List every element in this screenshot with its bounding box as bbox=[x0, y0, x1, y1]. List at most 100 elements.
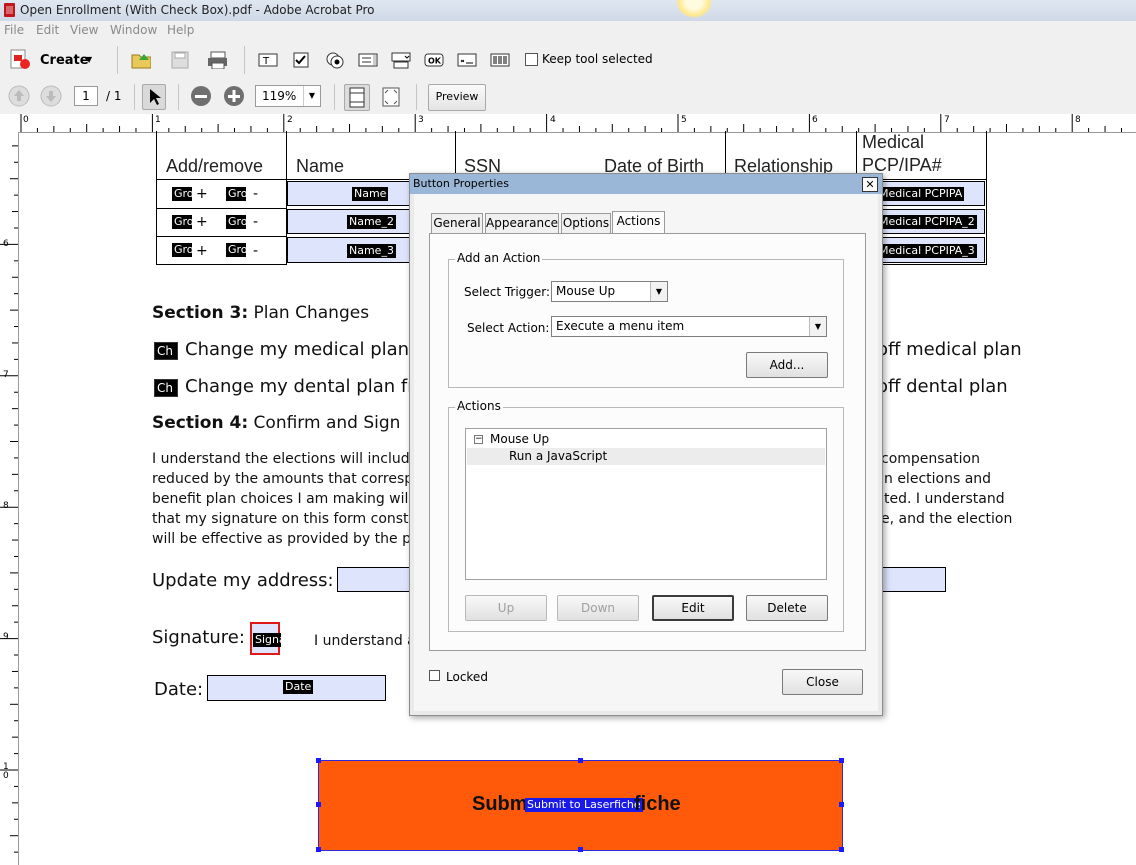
paragraph-line: benefit plan choices I am making will r bbox=[152, 491, 423, 507]
page-number-input[interactable]: 1 bbox=[74, 86, 98, 106]
action-select[interactable]: Execute a menu item ▼ bbox=[551, 316, 827, 337]
add-row-button[interactable]: Gro bbox=[172, 243, 192, 257]
dialog-title-bar[interactable]: Button Properties ✕ bbox=[410, 174, 882, 194]
address-field[interactable] bbox=[337, 567, 409, 592]
resize-handle[interactable] bbox=[316, 758, 321, 763]
close-icon[interactable]: ✕ bbox=[862, 177, 878, 192]
remove-row-button[interactable]: Gro bbox=[226, 187, 246, 201]
tab-options[interactable]: Options bbox=[561, 213, 611, 233]
dental-change-checkbox[interactable]: Ch bbox=[154, 379, 178, 397]
tree-item-trigger[interactable]: Mouse Up bbox=[490, 432, 549, 446]
resize-handle[interactable] bbox=[578, 758, 583, 763]
menu-file[interactable]: File bbox=[4, 23, 24, 37]
text-field-tool-icon[interactable]: T bbox=[258, 51, 278, 69]
resize-handle[interactable] bbox=[839, 847, 844, 852]
create-button-icon[interactable] bbox=[8, 49, 32, 71]
field-name-label: Name bbox=[352, 187, 389, 201]
button-tool-icon[interactable]: OK bbox=[424, 51, 444, 69]
section4-heading-rest: Confirm and Sign bbox=[248, 413, 401, 433]
ruler-label: 6 bbox=[812, 115, 818, 125]
field-name-label: Name_3 bbox=[347, 244, 396, 258]
add-row-button[interactable]: Gro bbox=[172, 215, 192, 229]
close-dialog-button[interactable]: Close bbox=[782, 669, 863, 695]
name-field[interactable]: Name bbox=[287, 181, 422, 206]
delete-action-button[interactable]: Delete bbox=[746, 595, 828, 621]
tab-general[interactable]: General bbox=[431, 213, 483, 233]
ruler-label: 5 bbox=[681, 115, 687, 125]
signature-field[interactable]: Signa bbox=[250, 622, 281, 655]
ruler-label: 3 bbox=[418, 115, 424, 125]
trigger-value: Mouse Up bbox=[556, 284, 616, 298]
dropdown-tool-icon[interactable] bbox=[391, 51, 411, 69]
save-icon[interactable] bbox=[170, 51, 190, 69]
submit-button-field[interactable]: Subm Submit to Laserfiche fiche bbox=[316, 758, 844, 852]
trigger-select[interactable]: Mouse Up ▼ bbox=[551, 281, 668, 302]
add-action-group-label: Add an Action bbox=[455, 251, 543, 265]
zoom-in-icon[interactable] bbox=[223, 85, 245, 107]
move-down-button[interactable]: Down bbox=[557, 595, 639, 621]
date-field[interactable]: Date bbox=[207, 675, 386, 701]
ruler-label: 0 bbox=[23, 115, 29, 125]
tree-item-selected-row[interactable]: Run a JavaScript bbox=[467, 448, 825, 465]
resize-handle[interactable] bbox=[839, 802, 844, 807]
chevron-down-icon: ▼ bbox=[650, 282, 667, 301]
paragraph-line-right: e, and the election bbox=[881, 511, 1013, 527]
move-up-button[interactable]: Up bbox=[465, 595, 547, 621]
paragraph-line-right: n elections and bbox=[884, 471, 992, 487]
address-label: Update my address: bbox=[152, 570, 334, 591]
zoom-out-icon[interactable] bbox=[190, 85, 212, 107]
select-tool-button[interactable] bbox=[142, 84, 166, 110]
ruler-label: 7 bbox=[3, 370, 9, 380]
radio-button-tool-icon[interactable] bbox=[325, 51, 345, 69]
fit-page-icon bbox=[349, 87, 365, 108]
locked-label: Locked bbox=[446, 670, 488, 684]
remove-row-button[interactable]: Gro bbox=[226, 215, 246, 229]
resize-handle[interactable] bbox=[839, 758, 844, 763]
address-field-end[interactable] bbox=[881, 567, 946, 592]
add-action-button[interactable]: Add... bbox=[746, 352, 828, 378]
medical-change-checkbox[interactable]: Ch bbox=[154, 342, 178, 360]
col-header-add-remove: Add/remove bbox=[166, 156, 264, 176]
locked-checkbox[interactable] bbox=[429, 670, 440, 681]
ruler-label: 8 bbox=[3, 501, 9, 511]
menu-edit[interactable]: Edit bbox=[36, 23, 59, 37]
date-label: Date: bbox=[154, 679, 204, 700]
fit-page-button[interactable] bbox=[344, 84, 370, 111]
prev-page-icon[interactable] bbox=[8, 85, 30, 107]
chevron-down-icon[interactable]: ▼ bbox=[86, 55, 92, 64]
fit-width-icon[interactable] bbox=[379, 85, 403, 109]
tab-actions[interactable]: Actions bbox=[612, 211, 665, 233]
dialog-title: Button Properties bbox=[413, 177, 509, 190]
field-name-label: Date bbox=[283, 680, 314, 694]
resize-handle[interactable] bbox=[578, 847, 583, 852]
action-label: Select Action: bbox=[467, 321, 550, 335]
resize-handle[interactable] bbox=[316, 847, 321, 852]
tab-appearance[interactable]: Appearance bbox=[485, 213, 559, 233]
preview-button[interactable]: Preview bbox=[428, 84, 486, 111]
open-folder-icon[interactable] bbox=[131, 51, 151, 69]
collapse-icon[interactable]: − bbox=[474, 435, 483, 444]
menu-window[interactable]: Window bbox=[110, 23, 157, 37]
print-icon[interactable] bbox=[207, 51, 227, 69]
next-page-icon[interactable] bbox=[40, 85, 62, 107]
actions-tree[interactable]: − Mouse Up Run a JavaScript bbox=[465, 428, 827, 580]
remove-row-button[interactable]: Gro bbox=[226, 243, 246, 257]
window-title: Open Enrollment (With Check Box).pdf - A… bbox=[20, 3, 375, 17]
create-button[interactable]: Create bbox=[40, 53, 89, 68]
list-box-tool-icon[interactable] bbox=[358, 51, 378, 69]
barcode-tool-icon[interactable] bbox=[490, 51, 510, 69]
signature-label: Signature: bbox=[152, 627, 245, 648]
menu-view[interactable]: View bbox=[70, 23, 98, 37]
resize-handle[interactable] bbox=[316, 802, 321, 807]
ruler-label: 6 bbox=[3, 239, 9, 249]
edit-action-button[interactable]: Edit bbox=[652, 595, 734, 621]
keep-tool-checkbox[interactable] bbox=[525, 53, 538, 66]
add-row-button[interactable]: Gro bbox=[172, 187, 192, 201]
zoom-select[interactable]: 119% ▼ bbox=[255, 85, 321, 107]
menu-help[interactable]: Help bbox=[167, 23, 194, 37]
checkbox-tool-icon[interactable] bbox=[291, 51, 311, 69]
paragraph-line: will be effective as provided by the pla bbox=[152, 531, 424, 547]
name-field[interactable]: Name_3 bbox=[287, 237, 422, 263]
name-field[interactable]: Name_2 bbox=[287, 209, 422, 234]
digital-signature-tool-icon[interactable] bbox=[457, 51, 477, 69]
